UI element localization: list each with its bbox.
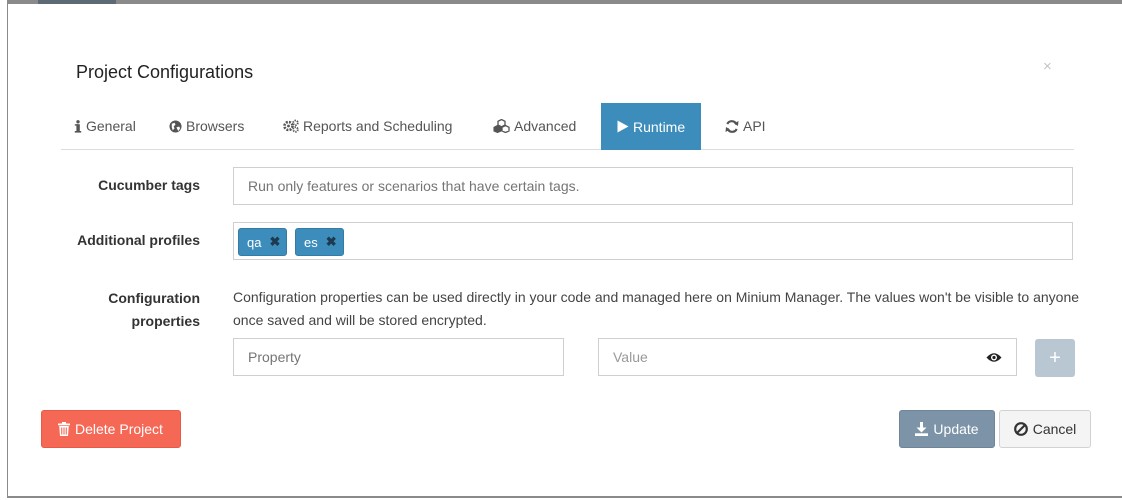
tab-bar: General Browsers Reports and Scheduling … [61,103,1074,150]
globe-icon [169,119,182,133]
tab-browsers[interactable]: Browsers [169,103,244,149]
update-button[interactable]: Update [899,410,995,448]
ban-icon [1013,422,1028,436]
tab-label: Browsers [186,118,245,134]
button-label: Delete Project [75,421,163,437]
close-button[interactable]: × [1043,58,1052,75]
configuration-properties-label: Configuration properties [60,287,200,333]
additional-profiles-input[interactable]: qa ✖ es ✖ [233,222,1073,260]
tab-label: Runtime [633,118,686,135]
window-frame-left [7,0,8,496]
cubes-icon [493,119,510,133]
tab-general[interactable]: General [74,103,136,149]
eye-icon[interactable] [986,352,1002,363]
tab-label: Advanced [514,118,577,134]
trash-icon [58,422,70,436]
add-property-button[interactable]: + [1035,339,1075,377]
window-frame-bottom [7,496,1122,498]
tab-reports-scheduling[interactable]: Reports and Scheduling [283,103,452,149]
cucumber-tags-input[interactable] [233,167,1073,205]
additional-profiles-label: Additional profiles [77,232,200,248]
property-input[interactable] [233,338,564,376]
label-line: properties [131,313,200,329]
tab-advanced[interactable]: Advanced [493,103,576,149]
tab-runtime[interactable]: Runtime [601,103,702,150]
remove-tag-button[interactable]: ✖ [269,234,280,250]
info-icon [74,119,82,133]
gears-icon [283,119,299,133]
window-frame-tab [38,0,116,4]
tab-label: Reports and Scheduling [303,118,453,134]
modal-title: Project Configurations [76,62,254,82]
download-icon [915,422,929,436]
delete-project-button[interactable]: Delete Project [41,410,181,448]
cancel-button[interactable]: Cancel [999,410,1091,448]
configuration-help-text: Configuration properties can be used dir… [233,289,1080,328]
cucumber-tags-label: Cucumber tags [98,177,200,193]
tab-api[interactable]: API [725,103,766,149]
value-placeholder: Value [613,349,648,365]
profile-tag-es: es ✖ [295,228,344,256]
refresh-icon [725,119,739,133]
window-frame-top [8,0,1122,4]
button-label: Update [933,421,979,437]
profile-tag-qa: qa ✖ [238,228,288,256]
value-input[interactable]: Value [598,338,1017,376]
tag-label: es [304,234,318,250]
tab-label: API [743,118,766,134]
label-line: Configuration [108,290,200,306]
tag-label: qa [247,234,262,250]
button-label: Cancel [1032,421,1077,437]
tab-label: General [86,118,136,134]
remove-tag-button[interactable]: ✖ [326,234,337,250]
play-icon [617,120,629,133]
